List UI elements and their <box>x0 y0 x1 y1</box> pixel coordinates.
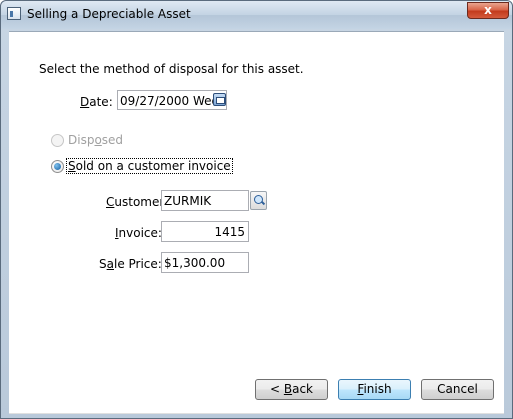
invoice-value: 1415 <box>214 225 245 239</box>
dialog-window: Selling a Depreciable Asset x Select the… <box>0 0 513 419</box>
back-button[interactable]: < Back <box>255 379 328 400</box>
customer-value: ZURMIK <box>164 194 212 208</box>
invoice-label: Invoice: <box>115 226 162 240</box>
disposed-label: Disposed <box>68 133 124 147</box>
date-field[interactable]: 09/27/2000 Wed <box>117 90 227 110</box>
date-label: Date: <box>80 95 113 109</box>
asset-window-icon <box>7 7 21 20</box>
dialog-content: Select the method of disposal for this a… <box>9 31 504 414</box>
finish-button[interactable]: Finish <box>338 379 411 400</box>
title-bar[interactable]: Selling a Depreciable Asset x <box>1 1 512 29</box>
instruction-text: Select the method of disposal for this a… <box>39 62 304 76</box>
window-title: Selling a Depreciable Asset <box>27 7 191 21</box>
radio-selected-dot <box>54 163 61 170</box>
disposed-radio <box>51 134 64 147</box>
sold-on-invoice-label[interactable]: Sold on a customer invoice <box>66 158 233 174</box>
customer-label: Customer: <box>106 195 169 209</box>
customer-input[interactable]: ZURMIK <box>161 190 249 211</box>
sold-on-invoice-radio[interactable] <box>51 160 64 173</box>
cancel-button[interactable]: Cancel <box>421 379 494 400</box>
sale-price-value: $1,300.00 <box>164 256 226 270</box>
date-value: 09/27/2000 Wed <box>120 94 220 108</box>
customer-lookup-button[interactable] <box>250 191 267 210</box>
close-button[interactable]: x <box>467 2 509 19</box>
close-icon: x <box>484 3 492 17</box>
sale-price-input[interactable]: $1,300.00 <box>161 252 249 273</box>
invoice-input[interactable]: 1415 <box>161 221 249 242</box>
magnifier-handle <box>260 200 266 206</box>
calendar-icon[interactable] <box>213 93 226 106</box>
sale-price-label: Sale Price: <box>99 257 162 271</box>
